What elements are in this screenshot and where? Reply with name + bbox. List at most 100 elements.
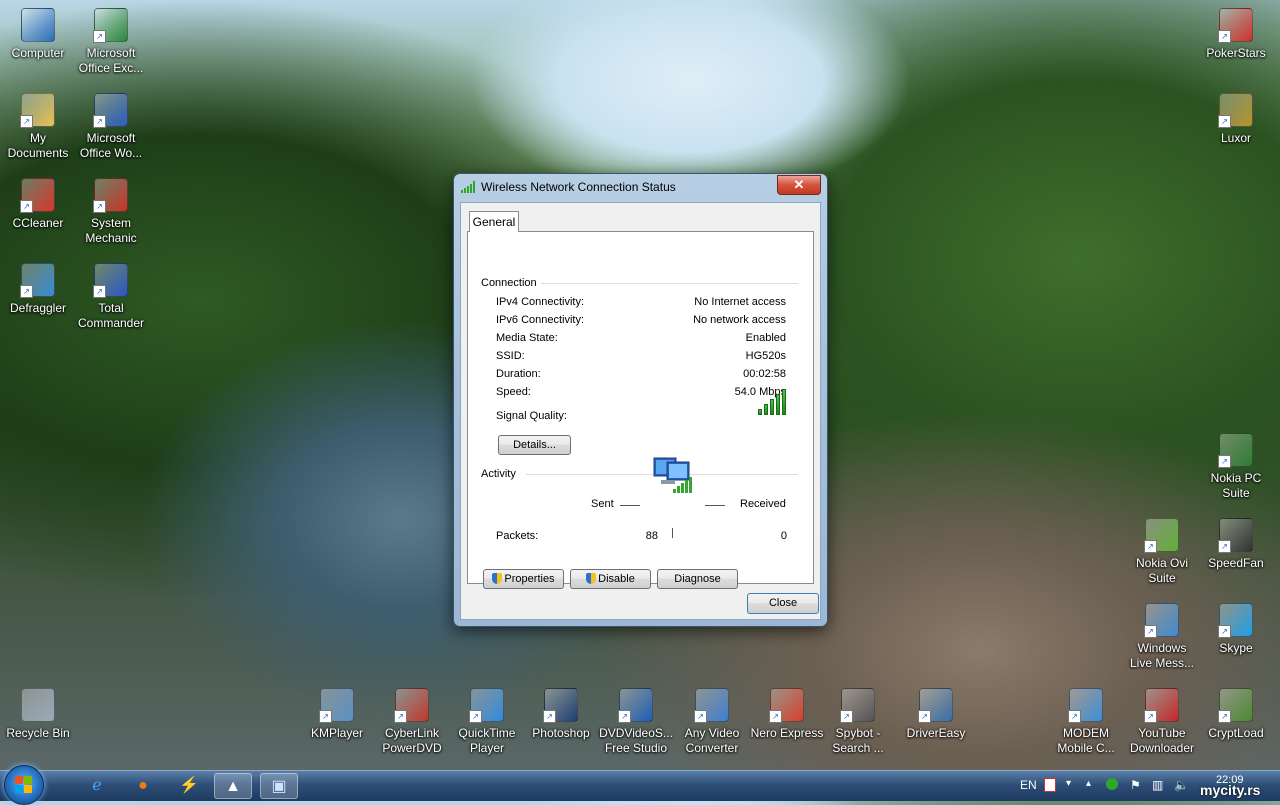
signal-bar — [764, 404, 768, 415]
ssid-row: SSID: HG520s — [496, 350, 786, 366]
shortcut-label: Nokia Ovi — [1135, 556, 1188, 570]
desktop-shortcut[interactable]: ↗ DriverEasy — [898, 688, 974, 741]
desktop-shortcut[interactable]: ↗ Photoshop — [523, 688, 599, 741]
tab-general[interactable]: General — [469, 211, 519, 232]
disable-button[interactable]: Disable — [570, 569, 651, 589]
desktop-shortcut[interactable]: ↗ Windows Live Mess... — [1124, 603, 1200, 671]
shortcut-label: Nero Express — [750, 726, 824, 740]
ipv4-label: IPv4 Connectivity: — [496, 296, 585, 308]
taskbar: ℯ ● ⚡ ▲ ▣ EN ▾ ▴ ⚑ ▥ 🔈 22:09 mycity.rs — [0, 765, 1280, 805]
ipv4-row: IPv4 Connectivity: No Internet access — [496, 296, 786, 312]
desktop-shortcut[interactable]: Computer — [0, 8, 76, 61]
desktop-shortcut[interactable]: ↗ CCleaner — [0, 178, 76, 231]
word-icon: ↗ — [93, 93, 128, 128]
diagnose-button[interactable]: Diagnose — [657, 569, 738, 589]
shortcut-label-line2: Converter — [685, 741, 739, 755]
firefox-icon[interactable]: ● — [124, 773, 162, 799]
desktop-shortcut[interactable]: ↗ Microsoft Office Wo... — [73, 93, 149, 161]
desktop-shortcut[interactable]: ↗ CryptLoad — [1198, 688, 1274, 741]
ie-icon[interactable]: ℯ — [78, 773, 116, 799]
spybot-icon: ↗ — [840, 688, 875, 723]
close-button[interactable]: Close — [747, 593, 819, 614]
shortcut-arrow-icon: ↗ — [1218, 30, 1231, 43]
desktop-shortcut[interactable]: ↗ Skype — [1198, 603, 1274, 656]
network-status-icon[interactable]: ▣ — [260, 773, 298, 799]
shortcut-arrow-icon: ↗ — [618, 710, 631, 723]
shortcut-label-line2: Suite — [1148, 571, 1176, 585]
desktop-shortcut[interactable]: Recycle Bin — [0, 688, 76, 741]
wireless-signal-icon — [461, 181, 475, 193]
tray-menu-icon[interactable]: ▾ — [1066, 778, 1071, 789]
sent-label: Sent — [591, 498, 614, 510]
desktop-shortcut[interactable]: ↗ System Mechanic — [73, 178, 149, 246]
desktop-shortcut[interactable]: ↗ My Documents — [0, 93, 76, 161]
desktop-shortcut[interactable]: ↗ Nokia Ovi Suite — [1124, 518, 1200, 586]
shortcut-label: Defraggler — [9, 301, 67, 315]
shortcut-arrow-icon: ↗ — [1068, 710, 1081, 723]
shortcut-arrow-icon: ↗ — [20, 285, 33, 298]
language-indicator[interactable]: EN — [1020, 778, 1037, 792]
shortcut-label: Recycle Bin — [6, 726, 70, 740]
shortcut-label: Spybot - — [835, 726, 881, 740]
desktop-shortcut[interactable]: ↗ Spybot - Search ... — [820, 688, 896, 756]
show-hidden-icons-icon[interactable]: ▴ — [1086, 778, 1091, 789]
desktop-shortcut[interactable]: ↗ YouTube Downloader — [1124, 688, 1200, 756]
desktop-shortcut[interactable]: ↗ Nero Express — [749, 688, 825, 741]
shortcut-label: Luxor — [1220, 131, 1252, 145]
desktop-shortcut[interactable]: ↗ CyberLink PowerDVD — [374, 688, 450, 756]
signal-strength-icon — [758, 389, 788, 415]
shortcut-label-line2: Free Studio — [604, 741, 668, 755]
winamp-icon[interactable]: ⚡ — [170, 773, 208, 799]
shortcut-label: System — [90, 216, 131, 230]
desktop-shortcut[interactable]: ↗ Luxor — [1198, 93, 1274, 146]
desktop-shortcut[interactable]: ↗ Defraggler — [0, 263, 76, 316]
volume-icon[interactable]: 🔈 — [1174, 778, 1189, 792]
duration-value: 00:02:58 — [743, 368, 786, 380]
desktop-shortcut[interactable]: ↗ DVDVideoS... Free Studio — [598, 688, 674, 756]
wireless-status-dialog: Wireless Network Connection Status ✕ Gen… — [453, 173, 828, 627]
shortcut-label: MODEM — [1063, 726, 1109, 740]
ipv6-value: No network access — [693, 314, 786, 326]
properties-button[interactable]: Properties — [483, 569, 564, 589]
desktop-shortcut[interactable]: ↗ PokerStars — [1198, 8, 1274, 61]
desktop-shortcut[interactable]: ↗ QuickTime Player — [449, 688, 525, 756]
shortcut-arrow-icon: ↗ — [20, 115, 33, 128]
signal-bar — [758, 409, 762, 415]
video-converter-icon: ↗ — [694, 688, 729, 723]
shortcut-label-line2: Mobile C... — [1057, 741, 1115, 755]
shortcut-label-line2: Suite — [1222, 486, 1250, 500]
pdf-tray-icon[interactable] — [1044, 778, 1056, 792]
activity-tick — [672, 528, 673, 538]
wallpaper-app-icon[interactable]: ▲ — [214, 773, 252, 799]
shortcut-label: CryptLoad — [1208, 726, 1264, 740]
tray-app-icon[interactable] — [1106, 778, 1118, 790]
shortcut-label-line2: Office Exc... — [78, 61, 144, 75]
dialog-title: Wireless Network Connection Status — [481, 180, 676, 194]
desktop-shortcut[interactable]: ↗ SpeedFan — [1198, 518, 1274, 571]
desktop-shortcut[interactable]: ↗ Microsoft Office Exc... — [73, 8, 149, 76]
shortcut-arrow-icon: ↗ — [1144, 625, 1157, 638]
desktop-shortcut[interactable]: ↗ Nokia PC Suite — [1198, 433, 1274, 501]
nero-icon: ↗ — [769, 688, 804, 723]
uac-shield-icon — [492, 573, 503, 584]
network-tray-icon[interactable]: ▥ — [1152, 778, 1163, 792]
dvdvideosoft-icon: ↗ — [618, 688, 653, 723]
desktop-shortcut[interactable]: ↗ MODEM Mobile C... — [1048, 688, 1124, 756]
defraggler-icon: ↗ — [20, 263, 55, 298]
folder-icon: ↗ — [20, 93, 55, 128]
shortcut-arrow-icon: ↗ — [1144, 540, 1157, 553]
details-button[interactable]: Details... — [498, 435, 571, 455]
title-bar[interactable]: Wireless Network Connection Status ✕ — [454, 174, 827, 200]
signal-row: Signal Quality: — [496, 410, 786, 426]
signal-bar — [782, 389, 786, 415]
media-state-label: Media State: — [496, 332, 558, 344]
desktop-shortcut[interactable]: ↗ Total Commander — [73, 263, 149, 331]
title-close-button[interactable]: ✕ — [777, 175, 821, 195]
shortcut-label-line2: PowerDVD — [382, 741, 442, 755]
shortcut-label: SpeedFan — [1208, 556, 1264, 570]
shortcut-label: My — [30, 131, 46, 145]
start-button[interactable] — [4, 765, 44, 805]
desktop-shortcut[interactable]: ↗ Any Video Converter — [674, 688, 750, 756]
desktop-shortcut[interactable]: ↗ KMPlayer — [299, 688, 375, 741]
action-center-flag-icon[interactable]: ⚑ — [1130, 778, 1141, 792]
